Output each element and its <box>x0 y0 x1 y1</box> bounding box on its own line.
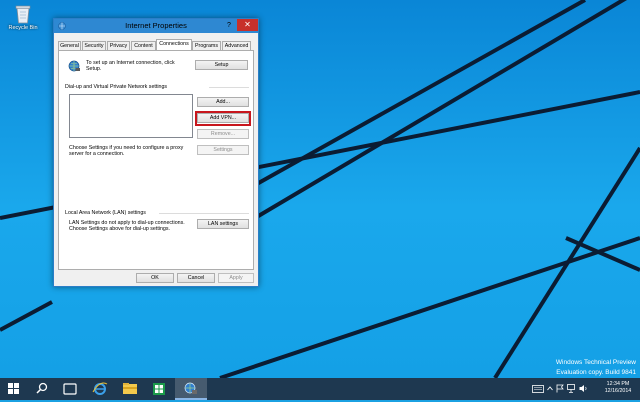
dialup-group-divider <box>209 87 249 88</box>
volume-icon[interactable] <box>579 384 588 393</box>
chevron-up-icon[interactable] <box>547 385 553 392</box>
tab-general[interactable]: General <box>58 41 81 50</box>
internet-properties-dialog: Internet Properties ? ✕ General Security… <box>53 18 259 287</box>
apply-button[interactable]: Apply <box>218 273 254 283</box>
setup-button[interactable]: Setup <box>195 60 248 70</box>
globe-network-icon <box>68 60 80 72</box>
internet-properties-icon <box>184 382 197 394</box>
title-bar[interactable]: Internet Properties ? ✕ <box>54 19 258 33</box>
desktop: Recycle Bin Internet Properties ? ✕ Gene… <box>0 0 640 378</box>
taskbar-internet-explorer[interactable] <box>86 378 114 400</box>
lan-settings-button[interactable]: LAN settings <box>197 219 249 229</box>
task-view-button[interactable] <box>56 378 84 400</box>
lan-text-line2: Choose Settings above for dial-up settin… <box>69 226 170 232</box>
taskbar-file-explorer[interactable] <box>116 378 144 400</box>
add-vpn-highlight <box>195 111 251 126</box>
tab-content[interactable]: Content <box>131 41 156 50</box>
keyboard-icon[interactable] <box>532 385 544 393</box>
tab-privacy[interactable]: Privacy <box>107 41 130 50</box>
flag-icon[interactable] <box>556 384 564 393</box>
clock-time: 12:34 PM <box>606 381 630 387</box>
ok-button[interactable]: OK <box>136 273 174 283</box>
cancel-button[interactable]: Cancel <box>177 273 215 283</box>
tab-strip: General Security Privacy Content Connect… <box>58 39 254 50</box>
lan-group-label: Local Area Network (LAN) settings <box>65 210 146 216</box>
tab-security[interactable]: Security <box>82 41 106 50</box>
store-icon <box>153 383 165 395</box>
task-view-icon <box>63 383 77 395</box>
tab-connections[interactable]: Connections <box>156 39 192 50</box>
recycle-bin-label: Recycle Bin <box>8 25 38 31</box>
search-icon <box>36 382 48 394</box>
start-button[interactable] <box>0 378 28 400</box>
recycle-bin[interactable]: Recycle Bin <box>6 4 40 31</box>
file-explorer-icon <box>123 383 137 394</box>
clock[interactable]: 12:34 PM 12/16/2014 <box>600 381 636 395</box>
clock-date: 12/16/2014 <box>604 388 632 394</box>
remove-button[interactable]: Remove... <box>197 129 249 139</box>
connections-listbox[interactable] <box>69 94 193 138</box>
settings-button[interactable]: Settings <box>197 145 249 155</box>
search-button[interactable] <box>28 378 56 400</box>
dialup-group-label: Dial-up and Virtual Private Network sett… <box>65 84 168 90</box>
recycle-bin-icon <box>15 5 31 24</box>
tab-advanced[interactable]: Advanced <box>222 41 251 50</box>
build-watermark: Windows Technical Preview Evaluation cop… <box>556 358 636 378</box>
internet-explorer-icon <box>92 382 108 395</box>
tab-programs[interactable]: Programs <box>192 41 221 50</box>
taskbar: 12:34 PM 12/16/2014 <box>0 378 640 400</box>
windows-start-icon <box>8 383 19 394</box>
watermark-line1: Windows Technical Preview <box>555 359 636 366</box>
system-tray <box>530 378 600 400</box>
close-button[interactable]: ✕ <box>237 19 258 31</box>
proxy-text-line2: server for a connection. <box>69 151 125 157</box>
network-icon[interactable] <box>567 384 576 393</box>
connections-panel: To set up an Internet connection, click … <box>58 50 254 270</box>
lan-group-divider <box>159 213 249 214</box>
setup-text-line2: Setup. <box>86 66 102 72</box>
taskbar-internet-properties[interactable] <box>175 378 207 400</box>
watermark-line2: Evaluation copy. Build 9841 <box>556 369 636 376</box>
taskbar-store[interactable] <box>145 378 173 400</box>
add-button[interactable]: Add... <box>197 97 249 107</box>
help-button[interactable]: ? <box>222 20 236 31</box>
